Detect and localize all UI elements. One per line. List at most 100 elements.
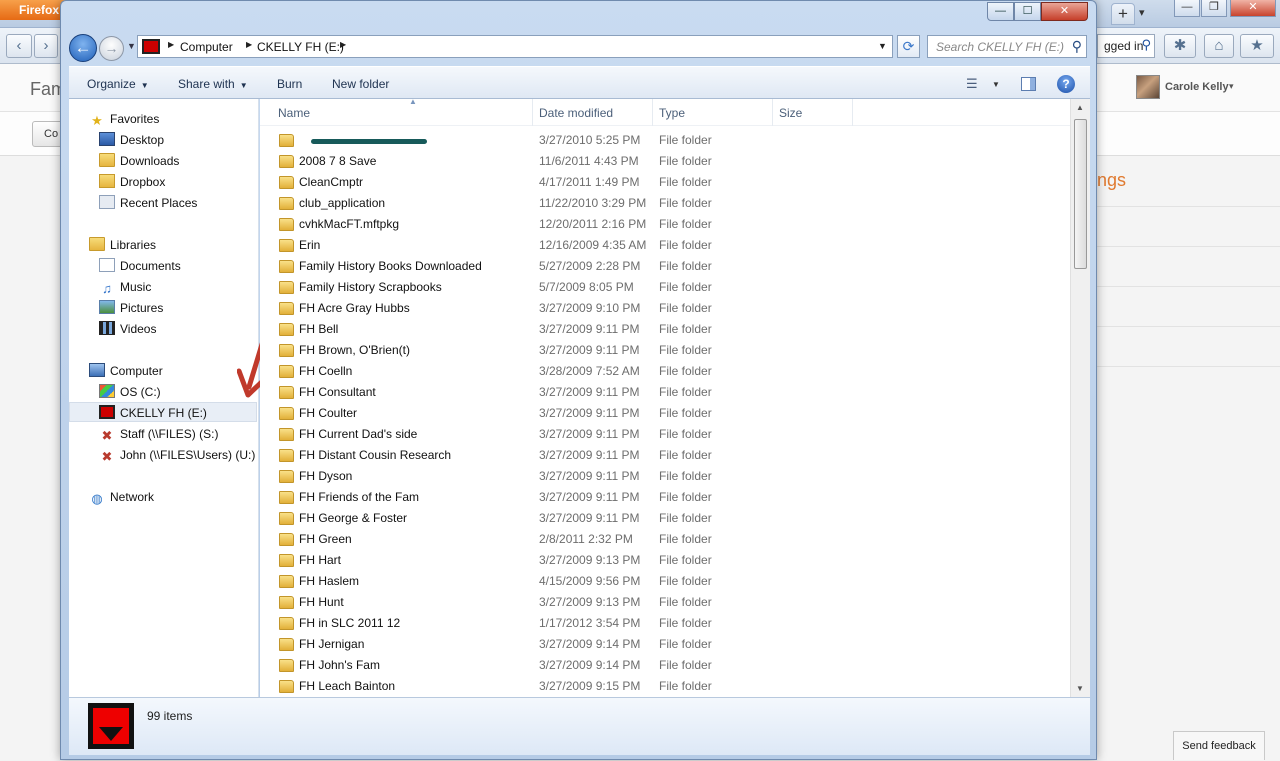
file-row[interactable]: FH Green 2/8/2011 2:32 PM File folder <box>272 529 852 550</box>
search-input[interactable]: Search CKELLY FH (E:) ⚲ <box>927 35 1087 58</box>
nav-network[interactable]: ◍ Network <box>89 487 154 507</box>
file-name[interactable]: FH Distant Cousin Research <box>299 445 451 466</box>
file-row[interactable]: FH Leach Bainton 3/27/2009 9:15 PM File fo… <box>272 676 852 697</box>
file-row[interactable]: FH Jernigan 3/27/2009 9:14 PM File folder <box>272 634 852 655</box>
refresh-button[interactable]: ⟳ <box>897 35 920 58</box>
file-row[interactable]: FH Bell 3/27/2009 9:11 PM File folder <box>272 319 852 340</box>
file-name[interactable]: Erin <box>299 235 320 256</box>
nav-item-downloads[interactable]: Downloads <box>99 151 179 171</box>
file-row[interactable]: FH Hart 3/27/2009 9:13 PM File folder <box>272 550 852 571</box>
close-button[interactable]: ✕ <box>1041 2 1088 21</box>
avatar[interactable] <box>1136 75 1160 99</box>
nav-item-music[interactable]: ♫ Music <box>99 277 151 297</box>
file-name[interactable]: FH Coulter <box>299 403 357 424</box>
file-name[interactable]: FH Brown, O'Brien(t) <box>299 340 410 361</box>
file-row[interactable]: FH Current Dad's side 3/27/2009 9:11 PM Fi… <box>272 424 852 445</box>
file-name[interactable]: FH Coelln <box>299 361 352 382</box>
nav-item-videos[interactable]: Videos <box>99 319 156 339</box>
scrollbar-thumb[interactable] <box>1074 119 1087 269</box>
file-name[interactable]: FH John's Fam <box>299 655 380 676</box>
file-name[interactable]: FH Hunt <box>299 592 344 613</box>
nav-item-desktop[interactable]: Desktop <box>99 130 164 150</box>
new-folder-button[interactable]: New folder <box>332 77 389 91</box>
file-row[interactable]: FH Acre Gray Hubbs 3/27/2009 9:10 PM File … <box>272 298 852 319</box>
address-bar[interactable]: ▶ Computer ▶ CKELLY FH (E:) ▶ <box>137 35 893 58</box>
nav-item-recent-places[interactable]: Recent Places <box>99 193 197 213</box>
file-name[interactable]: FH Haslem <box>299 571 359 592</box>
browser-forward-button[interactable]: › <box>34 34 58 58</box>
help-icon[interactable]: ? <box>1057 75 1075 93</box>
file-name[interactable]: 2008 7 8 Save <box>299 151 376 172</box>
nav-item-staff-s[interactable]: ✖ Staff (\\FILES) (S:) <box>99 424 219 444</box>
browser-tools-button[interactable]: ✱ <box>1164 34 1196 58</box>
browser-search-field[interactable]: gged in ⚲ <box>1097 34 1155 58</box>
file-name[interactable]: FH Bell <box>299 319 338 340</box>
file-name[interactable]: FH Friends of the Fam <box>299 487 419 508</box>
file-row[interactable]: FH John's Fam 3/27/2009 9:14 PM File folde… <box>272 655 852 676</box>
file-row[interactable]: FH Hunt 3/27/2009 9:13 PM File folder <box>272 592 852 613</box>
file-row[interactable]: Family History Books Downloaded 5/27/2009… <box>272 256 852 277</box>
file-name[interactable]: FH in SLC 2011 12 <box>299 613 400 634</box>
file-row[interactable]: cvhkMacFT.mftpkg 12/20/2011 2:16 PM File f… <box>272 214 852 235</box>
nav-computer[interactable]: Computer <box>89 361 163 381</box>
browser-bookmarks-button[interactable]: ★ <box>1240 34 1274 58</box>
back-button[interactable]: ← <box>69 34 97 62</box>
nav-item-pictures[interactable]: Pictures <box>99 298 163 318</box>
new-tab-button[interactable]: + <box>1111 3 1135 25</box>
browser-home-button[interactable]: ⌂ <box>1204 34 1234 58</box>
preview-pane-icon[interactable] <box>1021 77 1036 91</box>
breadcrumb-separator-icon[interactable]: ▶ <box>246 40 252 49</box>
file-name[interactable]: FH Green <box>299 529 352 550</box>
file-name[interactable]: FH Current Dad's side <box>299 424 417 445</box>
file-row[interactable]: Family History Scrapbooks 5/7/2009 8:05 P… <box>272 277 852 298</box>
file-row[interactable]: FH Dyson 3/27/2009 9:11 PM File folder <box>272 466 852 487</box>
views-icon[interactable]: ☰ <box>966 76 978 92</box>
file-name[interactable]: FH Jernigan <box>299 634 364 655</box>
share-with-button[interactable]: Share with ▼ <box>178 77 248 91</box>
file-name[interactable]: cvhkMacFT.mftpkg <box>299 214 399 235</box>
nav-favorites[interactable]: ★ Favorites <box>89 109 159 129</box>
file-name[interactable]: CleanCmptr <box>299 172 363 193</box>
column-header-name[interactable]: Name ▲ <box>272 99 533 126</box>
breadcrumb-drive[interactable]: CKELLY FH (E:) <box>257 40 344 54</box>
breadcrumb-separator-icon[interactable]: ▶ <box>168 40 174 49</box>
column-header-date-modified[interactable]: Date modified <box>533 99 653 126</box>
file-row[interactable]: Erin 12/16/2009 4:35 AM File folder <box>272 235 852 256</box>
nav-item-os-c[interactable]: OS (C:) <box>99 382 161 402</box>
minimize-button[interactable]: — <box>987 2 1014 21</box>
file-name[interactable]: club_application <box>299 193 385 214</box>
file-row[interactable]: FH Brown, O'Brien(t) 3/27/2009 9:11 PM Fil… <box>272 340 852 361</box>
file-row[interactable]: 2008 7 8 Save 11/6/2011 4:43 PM File folde… <box>272 151 852 172</box>
file-name[interactable]: Family History Scrapbooks <box>299 277 442 298</box>
maximize-button[interactable]: ☐ <box>1014 2 1041 21</box>
file-name[interactable]: FH Hart <box>299 550 341 571</box>
nav-item-ckelly-fh-e[interactable]: CKELLY FH (E:) <box>69 402 257 422</box>
breadcrumb-computer[interactable]: Computer <box>180 40 233 54</box>
file-row[interactable]: 3/27/2010 5:25 PM File folder <box>272 130 852 151</box>
browser-restore-button[interactable]: ❐ <box>1201 0 1227 17</box>
vertical-scrollbar[interactable]: ▲ ▼ <box>1070 99 1090 697</box>
file-name[interactable]: FH Consultant <box>299 382 376 403</box>
file-name[interactable]: FH Acre Gray Hubbs <box>299 298 410 319</box>
scroll-down-icon[interactable]: ▼ <box>1076 684 1084 693</box>
file-name[interactable]: FH Leach Bainton <box>299 676 395 697</box>
file-row[interactable]: FH George & Foster 3/27/2009 9:11 PM File … <box>272 508 852 529</box>
tab-list-button[interactable]: ▾ <box>1139 6 1145 19</box>
recent-pages-dropdown[interactable]: ▼ <box>127 41 136 51</box>
nav-item-john-u[interactable]: ✖ John (\\FILES\Users) (U:) <box>99 445 256 465</box>
nav-item-dropbox[interactable]: Dropbox <box>99 172 165 192</box>
file-row[interactable]: FH Distant Cousin Research 3/27/2009 9:11… <box>272 445 852 466</box>
file-row[interactable]: FH Friends of the Fam 3/27/2009 9:11 PM Fi… <box>272 487 852 508</box>
browser-close-button[interactable]: ✕ <box>1230 0 1276 17</box>
nav-libraries[interactable]: Libraries <box>89 235 156 255</box>
file-row[interactable]: FH Consultant 3/27/2009 9:11 PM File folde… <box>272 382 852 403</box>
column-header-type[interactable]: Type <box>653 99 773 126</box>
chevron-down-icon[interactable]: ▼ <box>992 80 1000 89</box>
file-row[interactable]: FH Haslem 4/15/2009 9:56 PM File folder <box>272 571 852 592</box>
file-row[interactable]: FH in SLC 2011 12 1/17/2012 3:54 PM File f… <box>272 613 852 634</box>
chevron-down-icon[interactable]: ▾ <box>1229 81 1234 92</box>
nav-item-documents[interactable]: Documents <box>99 256 181 276</box>
scroll-up-icon[interactable]: ▲ <box>1076 103 1084 112</box>
file-row[interactable]: CleanCmptr 4/17/2011 1:49 PM File folder <box>272 172 852 193</box>
file-row[interactable]: FH Coulter 3/27/2009 9:11 PM File folder <box>272 403 852 424</box>
